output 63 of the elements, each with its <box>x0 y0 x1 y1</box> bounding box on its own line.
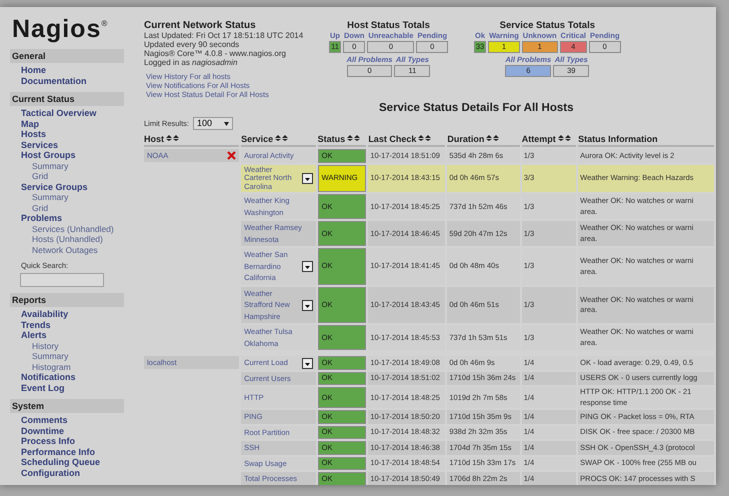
section-heading: General <box>10 49 124 63</box>
sidebar-link[interactable]: Alerts <box>21 330 47 341</box>
section-heading: System <box>10 399 124 414</box>
sidebar-link[interactable]: Trends <box>21 320 51 330</box>
sidebar-link[interactable]: Network Outages <box>21 244 98 255</box>
sidebar-link[interactable]: Documentation <box>21 76 87 86</box>
sidebar-link[interactable]: Summary <box>21 160 68 171</box>
sort-arrows-icon[interactable] <box>275 135 288 142</box>
status-line: Nagios® Core™ 4.0.8 - www.nagios.org <box>144 49 287 58</box>
dropdown-menu-icon[interactable] <box>302 300 313 310</box>
column-header-cell: Duration <box>447 134 520 148</box>
quick-search-field[interactable] <box>20 273 104 288</box>
column-header-cell: Status <box>318 134 366 148</box>
column-header-cell: Host <box>144 134 240 148</box>
sidebar-link[interactable]: History <box>21 340 58 352</box>
sidebar-link[interactable]: Summary <box>21 351 68 362</box>
sidebar-link[interactable]: Grid <box>21 202 48 213</box>
dropdown-menu-icon[interactable] <box>302 358 313 368</box>
limit-select[interactable]: 100 <box>193 117 234 130</box>
sidebar-link[interactable]: Services <box>21 140 58 150</box>
sort-arrows-icon[interactable] <box>347 135 360 142</box>
sidebar-link[interactable]: Notifications <box>21 372 76 383</box>
logged-in-text: Logged in as nagiosadmin <box>144 58 238 67</box>
status-title: Current Network Status <box>144 20 257 31</box>
sidebar-link[interactable]: Hosts (Unhandled) <box>21 234 103 244</box>
x-mark-icon <box>227 151 236 160</box>
sidebar-link[interactable]: Scheduling Queue <box>21 457 100 468</box>
dropdown-menu-icon[interactable] <box>302 261 313 272</box>
dropdown-menu-icon[interactable] <box>302 173 313 184</box>
sidebar-link[interactable]: Hosts <box>21 129 46 140</box>
sidebar-link[interactable]: Configuration <box>21 468 80 478</box>
totals-title: Service Status Totals <box>500 20 595 31</box>
sidebar-link[interactable]: Problems <box>21 213 62 224</box>
sidebar-link[interactable]: Downtime <box>21 426 64 436</box>
sidebar-link[interactable]: Comments <box>21 415 68 426</box>
sidebar-link[interactable]: Performance Info <box>21 446 96 458</box>
column-header-cell: Service <box>241 134 316 148</box>
column-header-cell: Last Check <box>368 134 446 148</box>
sidebar-link[interactable]: Services (Unhandled) <box>21 224 114 234</box>
section-heading: Current Status <box>10 92 124 106</box>
logo-text: Nagios <box>12 15 102 43</box>
caret-icon <box>224 122 230 126</box>
column-header-cell: Status Information <box>578 134 714 148</box>
sidebar-link[interactable]: Event Log <box>21 382 65 394</box>
sidebar-link[interactable]: Grid <box>21 171 48 182</box>
sidebar-link[interactable]: Home <box>21 65 46 76</box>
sort-arrows-icon[interactable] <box>166 135 179 142</box>
sidebar-link[interactable]: Service Groups <box>21 182 88 192</box>
column-header-cell: Attempt <box>522 134 576 148</box>
sidebar-link[interactable]: Summary <box>21 192 68 202</box>
sidebar-link[interactable]: Host Groups <box>21 150 76 160</box>
section-heading: Reports <box>10 293 124 308</box>
registered-mark: ® <box>101 19 108 29</box>
sort-arrows-icon[interactable] <box>418 135 432 142</box>
sidebar-link[interactable]: Map <box>21 118 39 129</box>
page-title: Service Status Details For All Hosts <box>378 101 575 116</box>
totals-title: Host Status Totals <box>347 20 430 31</box>
sidebar-link[interactable]: Tactical Overview <box>21 108 96 118</box>
sort-arrows-icon[interactable] <box>486 135 500 142</box>
sidebar-link[interactable]: Histogram <box>21 362 71 372</box>
sidebar-link[interactable]: Process Info <box>21 436 76 447</box>
sort-arrows-icon[interactable] <box>558 135 571 142</box>
sidebar-link[interactable]: Availability <box>21 309 68 320</box>
